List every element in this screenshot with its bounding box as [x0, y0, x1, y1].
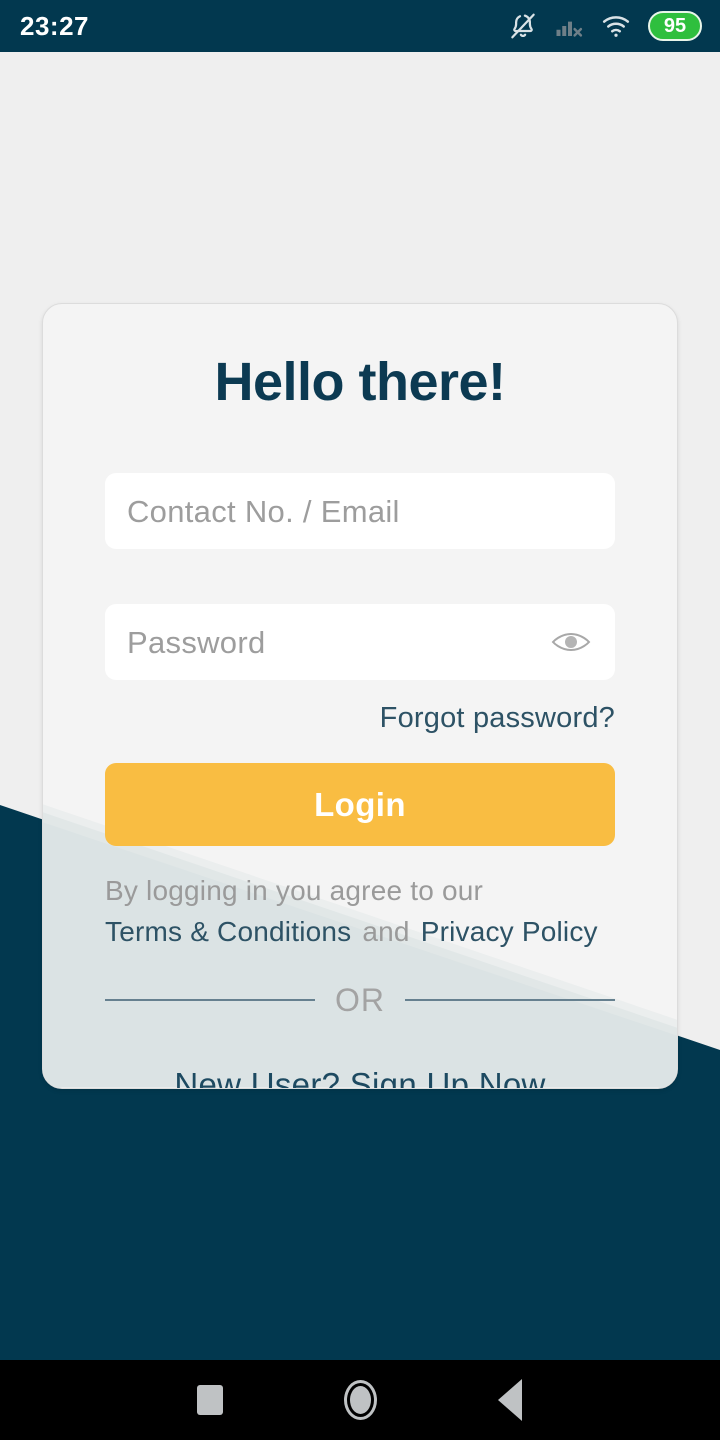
divider-line-right [405, 999, 615, 1002]
recents-square-icon[interactable] [135, 1360, 285, 1440]
password-input-placeholder: Password [127, 624, 266, 660]
android-navigation-bar [0, 1360, 720, 1440]
status-bar-icons: 95 [508, 11, 702, 41]
app-screen: 23:27 95 Hello there! Contact No. / Emai… [0, 0, 720, 1440]
contact-input-placeholder: Contact No. / Email [127, 493, 400, 529]
status-bar: 23:27 95 [0, 0, 720, 52]
or-label: OR [335, 982, 385, 1019]
bell-muted-icon [511, 13, 535, 39]
divider-line-left [105, 999, 315, 1002]
status-bar-clock: 23:27 [20, 11, 89, 41]
login-card-content: Hello there! Contact No. / Email Passwor… [43, 351, 677, 1088]
login-button[interactable]: Login [105, 763, 615, 846]
page-title: Hello there! [214, 352, 506, 412]
agreement-text: By logging in you agree to our [105, 875, 484, 906]
or-divider: OR [105, 984, 615, 1016]
contact-input[interactable]: Contact No. / Email [105, 473, 615, 549]
wifi-icon [602, 16, 630, 37]
privacy-policy-link[interactable]: Privacy Policy [421, 916, 598, 948]
legal-conjunction: and [362, 916, 410, 948]
home-circle-icon[interactable] [285, 1360, 435, 1440]
battery-level: 95 [663, 15, 687, 37]
password-input[interactable]: Password [105, 604, 615, 680]
battery-badge: 95 [648, 11, 702, 41]
forgot-password-link[interactable]: Forgot password? [105, 702, 615, 735]
back-triangle-icon[interactable] [435, 1360, 585, 1440]
legal-links-row: Terms & Conditions and Privacy Policy [105, 916, 615, 948]
login-card: Hello there! Contact No. / Email Passwor… [42, 303, 678, 1089]
sign-up-link[interactable]: New User? Sign Up Now [105, 1066, 615, 1088]
terms-and-conditions-link[interactable]: Terms & Conditions [105, 916, 351, 948]
eye-icon[interactable] [549, 625, 593, 659]
signal-no-service-icon [556, 21, 583, 37]
